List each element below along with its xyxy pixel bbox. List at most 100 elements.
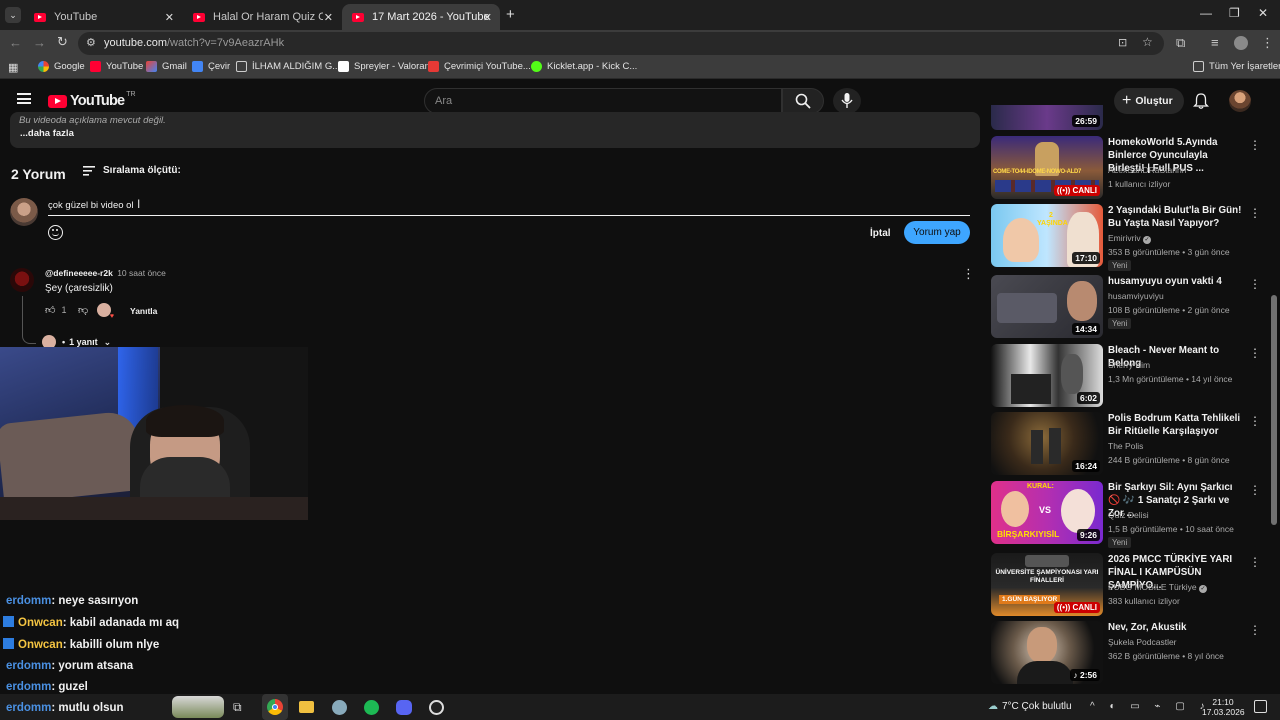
channel-name[interactable]: Quiz Delisi xyxy=(1108,510,1149,520)
site-info-icon[interactable]: ⚙ xyxy=(86,36,96,49)
video-card[interactable]: 2 YAŞINDA 17:10 2 Yaşındaki Bulut'la Bir… xyxy=(991,204,1271,271)
bookmark-star-icon[interactable]: ☆ xyxy=(1142,35,1153,49)
new-tab-icon[interactable]: + xyxy=(506,6,515,23)
video-options-icon[interactable]: ⋮ xyxy=(1249,138,1261,152)
tab-halal-quiz[interactable]: Halal Or Haram Quiz Challenge ✕ xyxy=(183,4,341,30)
tab-search-button[interactable]: ⌄ xyxy=(5,7,21,23)
channel-name[interactable]: PUBG MOBILE Türkiye ✓ xyxy=(1108,582,1208,593)
video-card[interactable]: ÜNİVERSİTE ŞAMPİYONASI YARI FİNALLERİ 1.… xyxy=(991,553,1271,617)
sort-button[interactable]: Sıralama ölçütü: xyxy=(83,165,181,176)
search-button[interactable] xyxy=(782,88,824,114)
comment-input[interactable]: çok güzel bi video ol I xyxy=(48,196,970,216)
search-box[interactable]: Ara xyxy=(424,88,782,114)
cancel-button[interactable]: İptal xyxy=(870,228,891,239)
media-control-icon[interactable]: ≡ xyxy=(1211,35,1219,50)
bookmark-youtube[interactable]: YouTube xyxy=(90,61,143,72)
video-options-icon[interactable]: ⋮ xyxy=(1249,483,1261,497)
channel-name[interactable]: The Polis xyxy=(1108,441,1143,451)
file-explorer-icon[interactable] xyxy=(299,701,314,713)
video-options-icon[interactable]: ⋮ xyxy=(1249,555,1261,569)
channel-name[interactable]: Sherry Kim xyxy=(1108,360,1150,370)
app-taskbar-icon[interactable] xyxy=(332,700,347,715)
tab-youtube[interactable]: YouTube ✕ xyxy=(24,4,182,30)
extensions-icon[interactable]: ⧉ xyxy=(1176,35,1185,51)
video-card[interactable]: ♪ 2:56 Nev, Zor, Akustik Şukela Podcastl… xyxy=(991,621,1271,685)
voice-search-button[interactable] xyxy=(833,88,861,114)
scrollbar-thumb[interactable] xyxy=(1271,295,1277,525)
hamburger-menu-icon[interactable] xyxy=(17,93,31,104)
channel-name[interactable]: ALexSanDRaStannn xyxy=(1108,165,1186,175)
video-thumbnail[interactable]: 26:59 xyxy=(991,105,1103,130)
video-thumbnail[interactable]: 16:24 xyxy=(991,412,1103,475)
video-options-icon[interactable]: ⋮ xyxy=(1249,623,1261,637)
channel-name[interactable]: Emirivriv ✓ xyxy=(1108,233,1151,244)
video-card[interactable]: 6:02 Bleach - Never Meant to Belong Sher… xyxy=(991,344,1271,408)
bookmark-valorant[interactable]: Spreyler - Valorant xyxy=(338,61,433,72)
bookmark-google[interactable]: Google xyxy=(38,61,85,72)
video-card[interactable]: COME-TO44-IDOME-NOWO-ALD7 ((•)) CANLI Ho… xyxy=(991,136,1271,200)
bookmark-translate[interactable]: Çevir xyxy=(192,61,230,72)
comment-time[interactable]: 10 saat önce xyxy=(117,268,166,278)
all-bookmarks-folder[interactable]: Tüm Yer İşaretleri xyxy=(1193,61,1280,72)
video-title[interactable]: husamyuyu oyun vakti 4 xyxy=(1108,275,1246,288)
window-close-icon[interactable]: ✕ xyxy=(1258,6,1268,20)
install-app-icon[interactable]: ⊡ xyxy=(1118,36,1127,49)
video-title[interactable]: 2 Yaşındaki Bulut'la Bir Gün! Bu Yaşta N… xyxy=(1108,204,1246,230)
close-tab-icon[interactable]: ✕ xyxy=(165,11,174,24)
video-thumbnail[interactable]: COME-TO44-IDOME-NOWO-ALD7 ((•)) CANLI xyxy=(991,136,1103,199)
video-thumbnail[interactable]: KURAL: VS BİRŞARKIYISİL 9:26 xyxy=(991,481,1103,544)
close-tab-icon[interactable]: ✕ xyxy=(324,11,333,24)
video-thumbnail[interactable]: ♪ 2:56 xyxy=(991,621,1103,684)
bookmark-kicklet[interactable]: Kicklet.app - Kick C... xyxy=(531,61,637,72)
video-card[interactable]: 26:59 xyxy=(991,105,1271,130)
like-button[interactable]: 👍︎ 1 xyxy=(45,304,66,316)
video-card[interactable]: 14:34 husamyuyu oyun vakti 4 husamviyuvi… xyxy=(991,275,1271,339)
video-card[interactable]: 16:24 Polis Bodrum Katta Tehlikeli Bir R… xyxy=(991,412,1271,476)
emoji-picker-icon[interactable] xyxy=(48,225,63,240)
back-icon[interactable]: ← xyxy=(9,35,22,50)
submit-comment-button[interactable]: Yorum yap xyxy=(904,221,970,244)
reply-button[interactable]: Yanıtla xyxy=(130,306,157,316)
spotify-icon[interactable] xyxy=(364,700,379,715)
video-thumbnail[interactable]: 2 YAŞINDA 17:10 xyxy=(991,204,1103,267)
description-box[interactable]: Bu videoda açıklama mevcut değil. ...dah… xyxy=(10,112,980,148)
tab-current-video[interactable]: 17 Mart 2026 - YouTube ✕ xyxy=(342,4,500,30)
bookmark-gmail[interactable]: Gmail xyxy=(146,61,187,72)
forward-icon[interactable]: → xyxy=(33,35,46,50)
bookmark-folder-ilham[interactable]: İLHAM ALDIĞIM G... xyxy=(236,61,340,72)
show-more-link[interactable]: ...daha fazla xyxy=(20,128,74,139)
address-bar[interactable]: ⚙ youtube.com/watch?v=7v9AeazrAHk ⊡ ☆ xyxy=(78,32,1164,55)
apps-grid-icon[interactable]: ▦ xyxy=(8,61,18,74)
video-options-icon[interactable]: ⋮ xyxy=(1249,277,1261,291)
channel-name[interactable]: Şukela Podcastler xyxy=(1108,637,1177,647)
video-title[interactable]: Nev, Zor, Akustik xyxy=(1108,621,1246,634)
bookmark-cevrimici[interactable]: Çevrimiçi YouTube... xyxy=(428,61,531,72)
notification-center-icon[interactable] xyxy=(1254,700,1267,713)
video-options-icon[interactable]: ⋮ xyxy=(1249,206,1261,220)
profile-icon[interactable] xyxy=(1234,36,1248,50)
video-thumbnail[interactable]: 6:02 xyxy=(991,344,1103,407)
close-tab-icon[interactable]: ✕ xyxy=(483,11,492,24)
comment-options-icon[interactable]: ⋮ xyxy=(962,266,975,282)
discord-icon[interactable] xyxy=(396,700,412,715)
minimize-icon[interactable]: — xyxy=(1200,6,1212,20)
comment-author-avatar[interactable] xyxy=(10,268,34,292)
video-card[interactable]: KURAL: VS BİRŞARKIYISİL 9:26 Bir Şarkıyı… xyxy=(991,481,1271,548)
video-options-icon[interactable]: ⋮ xyxy=(1249,414,1261,428)
video-thumbnail[interactable]: ÜNİVERSİTE ŞAMPİYONASI YARI FİNALLERİ 1.… xyxy=(991,553,1103,616)
thumbs-down-icon[interactable]: 👎︎ xyxy=(78,304,88,316)
obs-icon[interactable] xyxy=(429,700,444,715)
comment-author[interactable]: @defineeeee-r2k xyxy=(45,268,113,278)
restore-icon[interactable]: ❐ xyxy=(1229,6,1240,20)
task-view-icon[interactable]: ⧉ xyxy=(233,700,242,715)
channel-name[interactable]: husamviyuviyu xyxy=(1108,291,1164,301)
chrome-taskbar-icon[interactable] xyxy=(262,694,288,720)
system-tray-icons[interactable]: ^ ◐ ▭ ⌁ ▢ ♪ xyxy=(1090,701,1211,712)
video-options-icon[interactable]: ⋮ xyxy=(1249,346,1261,360)
browser-menu-icon[interactable]: ⋮ xyxy=(1261,35,1274,51)
search-widget-image[interactable] xyxy=(172,696,224,718)
reload-icon[interactable]: ↻ xyxy=(57,34,68,50)
search-input[interactable]: Ara xyxy=(435,95,452,107)
weather-widget[interactable]: ☁ 7°C Çok bulutlu xyxy=(988,701,1072,712)
clock[interactable]: 21:10 17.03.2026 xyxy=(1202,697,1245,717)
